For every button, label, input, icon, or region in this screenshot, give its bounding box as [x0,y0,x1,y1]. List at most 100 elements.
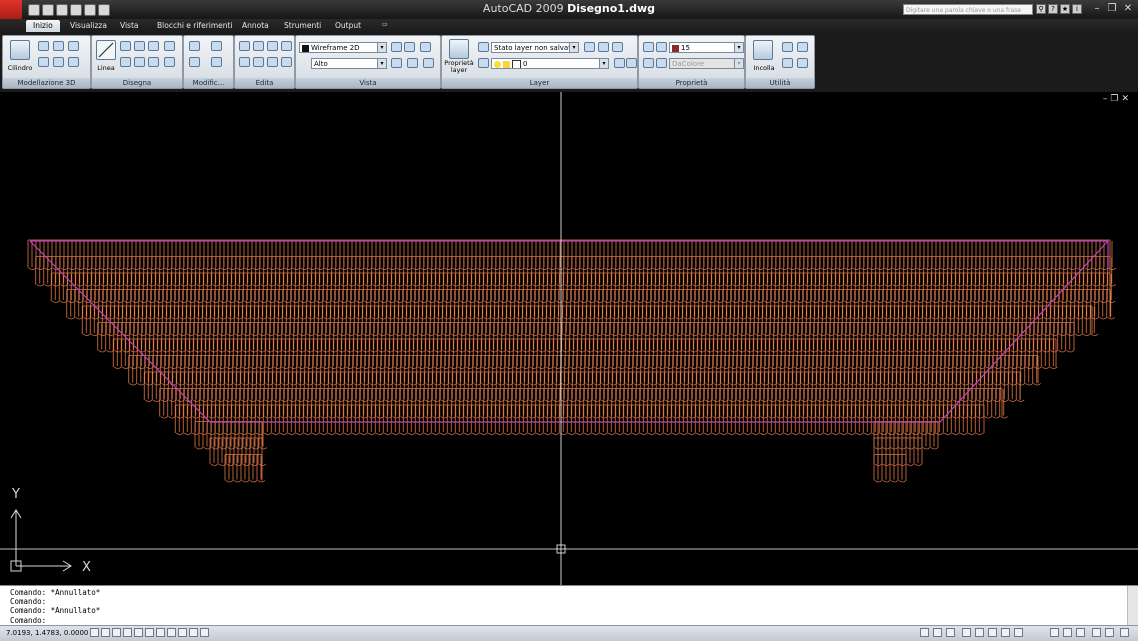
match-icon[interactable] [797,58,808,68]
ellipse-icon[interactable] [164,57,175,67]
info-icon[interactable]: i [1072,4,1082,14]
orbit-icon[interactable] [404,42,415,52]
array-icon[interactable] [189,57,200,67]
spline-icon[interactable] [120,57,131,67]
layer-state-icon[interactable] [478,42,489,52]
rectangle-icon[interactable] [134,41,145,51]
copy-3d-icon[interactable] [211,41,222,51]
scale-icon[interactable] [281,57,292,67]
tab-vista[interactable]: Vista [120,21,139,30]
zoom-status-icon[interactable] [975,628,984,637]
quick-properties-icon[interactable] [189,628,198,637]
ducs-icon[interactable] [156,628,165,637]
layer-isolate-icon[interactable] [598,42,609,52]
tab-output[interactable]: Output [335,21,361,30]
circle-icon[interactable] [164,41,175,51]
showmotion-icon[interactable] [1001,628,1010,637]
layer-state-select[interactable]: Stato layer non salvat ▾ [491,42,579,53]
grid-icon[interactable] [101,628,110,637]
tab-inizio[interactable]: Inizio [26,20,60,32]
color-wheel-icon[interactable] [656,42,667,52]
make-current-icon[interactable] [478,58,489,68]
cylinder-icon[interactable] [10,40,30,60]
trim-icon[interactable] [281,41,292,51]
steering-wheel-icon[interactable] [988,628,997,637]
subtract-icon[interactable] [53,57,64,67]
linetype-select[interactable]: DaColore ▾ [669,58,744,69]
cut-icon[interactable] [782,42,793,52]
command-scrollbar[interactable] [1127,586,1138,626]
close-icon[interactable]: ✕ [1121,3,1135,14]
pan-status-icon[interactable] [962,628,971,637]
search-icon[interactable]: ⚲ [1036,4,1046,14]
print-style-icon[interactable] [656,58,667,68]
lock-icon[interactable] [1076,628,1085,637]
quick-view-icon[interactable] [946,628,955,637]
extrude-icon[interactable] [53,41,64,51]
view-select[interactable]: Alto ▾ [311,58,387,69]
restore-icon[interactable]: ❐ [1105,3,1119,14]
help-icon[interactable]: ? [1048,4,1058,14]
model-space-icon[interactable] [920,628,929,637]
stretch-icon[interactable] [267,57,278,67]
arc-icon[interactable] [148,57,159,67]
union-icon[interactable] [38,57,49,67]
polar-icon[interactable] [123,628,132,637]
mirror-icon[interactable] [253,57,264,67]
layer-previous-icon[interactable] [584,42,595,52]
line-icon[interactable] [96,40,116,60]
pan-icon[interactable] [420,42,431,52]
tab-visualizza[interactable]: Visualizza [70,21,107,30]
move-icon[interactable] [239,41,250,51]
workspace-icon[interactable] [1063,628,1072,637]
layer-properties-icon[interactable] [449,39,469,59]
copy-icon[interactable] [267,41,278,51]
layer-match-icon[interactable] [614,58,625,68]
search-input[interactable]: Digitare una parola chiave o una frase [903,4,1033,15]
minimize-icon[interactable]: – [1090,3,1104,14]
tab-blocchi[interactable]: Blocchi e riferimenti [157,21,233,30]
paste-icon[interactable] [753,40,773,60]
hatch-icon[interactable] [148,41,159,51]
align-icon[interactable] [211,57,222,67]
rotate-icon[interactable] [253,41,264,51]
model-icon[interactable] [200,628,209,637]
clean-screen-icon[interactable] [1105,628,1114,637]
command-input[interactable]: Comando: [10,616,46,625]
otrack-icon[interactable] [145,628,154,637]
match-properties-icon[interactable] [643,42,654,52]
presspull-icon[interactable] [68,41,79,51]
drawing-viewport[interactable]: YX –❐✕ [0,92,1138,585]
color-select[interactable]: 15 ▾ [669,42,744,53]
polygon-icon[interactable] [134,57,145,67]
zoom-icon[interactable] [391,58,402,68]
copy-clip-icon[interactable] [797,42,808,52]
list-icon[interactable] [643,58,654,68]
polyline-icon[interactable] [120,41,131,51]
tray-settings-icon[interactable] [1092,628,1101,637]
shade-icon[interactable] [391,42,402,52]
intersect-icon[interactable] [68,57,79,67]
tab-strumenti[interactable]: Strumenti [284,21,321,30]
status-menu-icon[interactable] [1120,628,1129,637]
annotation-scale-icon[interactable] [1014,628,1023,637]
offset-icon[interactable] [239,57,250,67]
layout-icon[interactable] [933,628,942,637]
ribbon-minimize-icon[interactable]: ▭ [382,21,388,28]
box-icon[interactable] [38,41,49,51]
osnap-icon[interactable] [134,628,143,637]
layer-select[interactable]: 0 ▾ [491,58,609,69]
layer-off-icon[interactable] [612,42,623,52]
visual-style-select[interactable]: Wireframe 2D ▾ [299,42,387,53]
favorites-icon[interactable]: ★ [1060,4,1070,14]
dyn-icon[interactable] [167,628,176,637]
snap-icon[interactable] [90,628,99,637]
ortho-icon[interactable] [112,628,121,637]
camera-icon[interactable] [423,58,434,68]
zoom-extents-icon[interactable] [407,58,418,68]
annotation-visibility-icon[interactable] [1050,628,1059,637]
tab-annota[interactable]: Annota [242,21,269,30]
command-line[interactable]: Comando: *Annullato* Comando: Comando: *… [0,585,1138,626]
lineweight-icon[interactable] [178,628,187,637]
viewport-controls[interactable]: –❐✕ [1103,94,1132,104]
